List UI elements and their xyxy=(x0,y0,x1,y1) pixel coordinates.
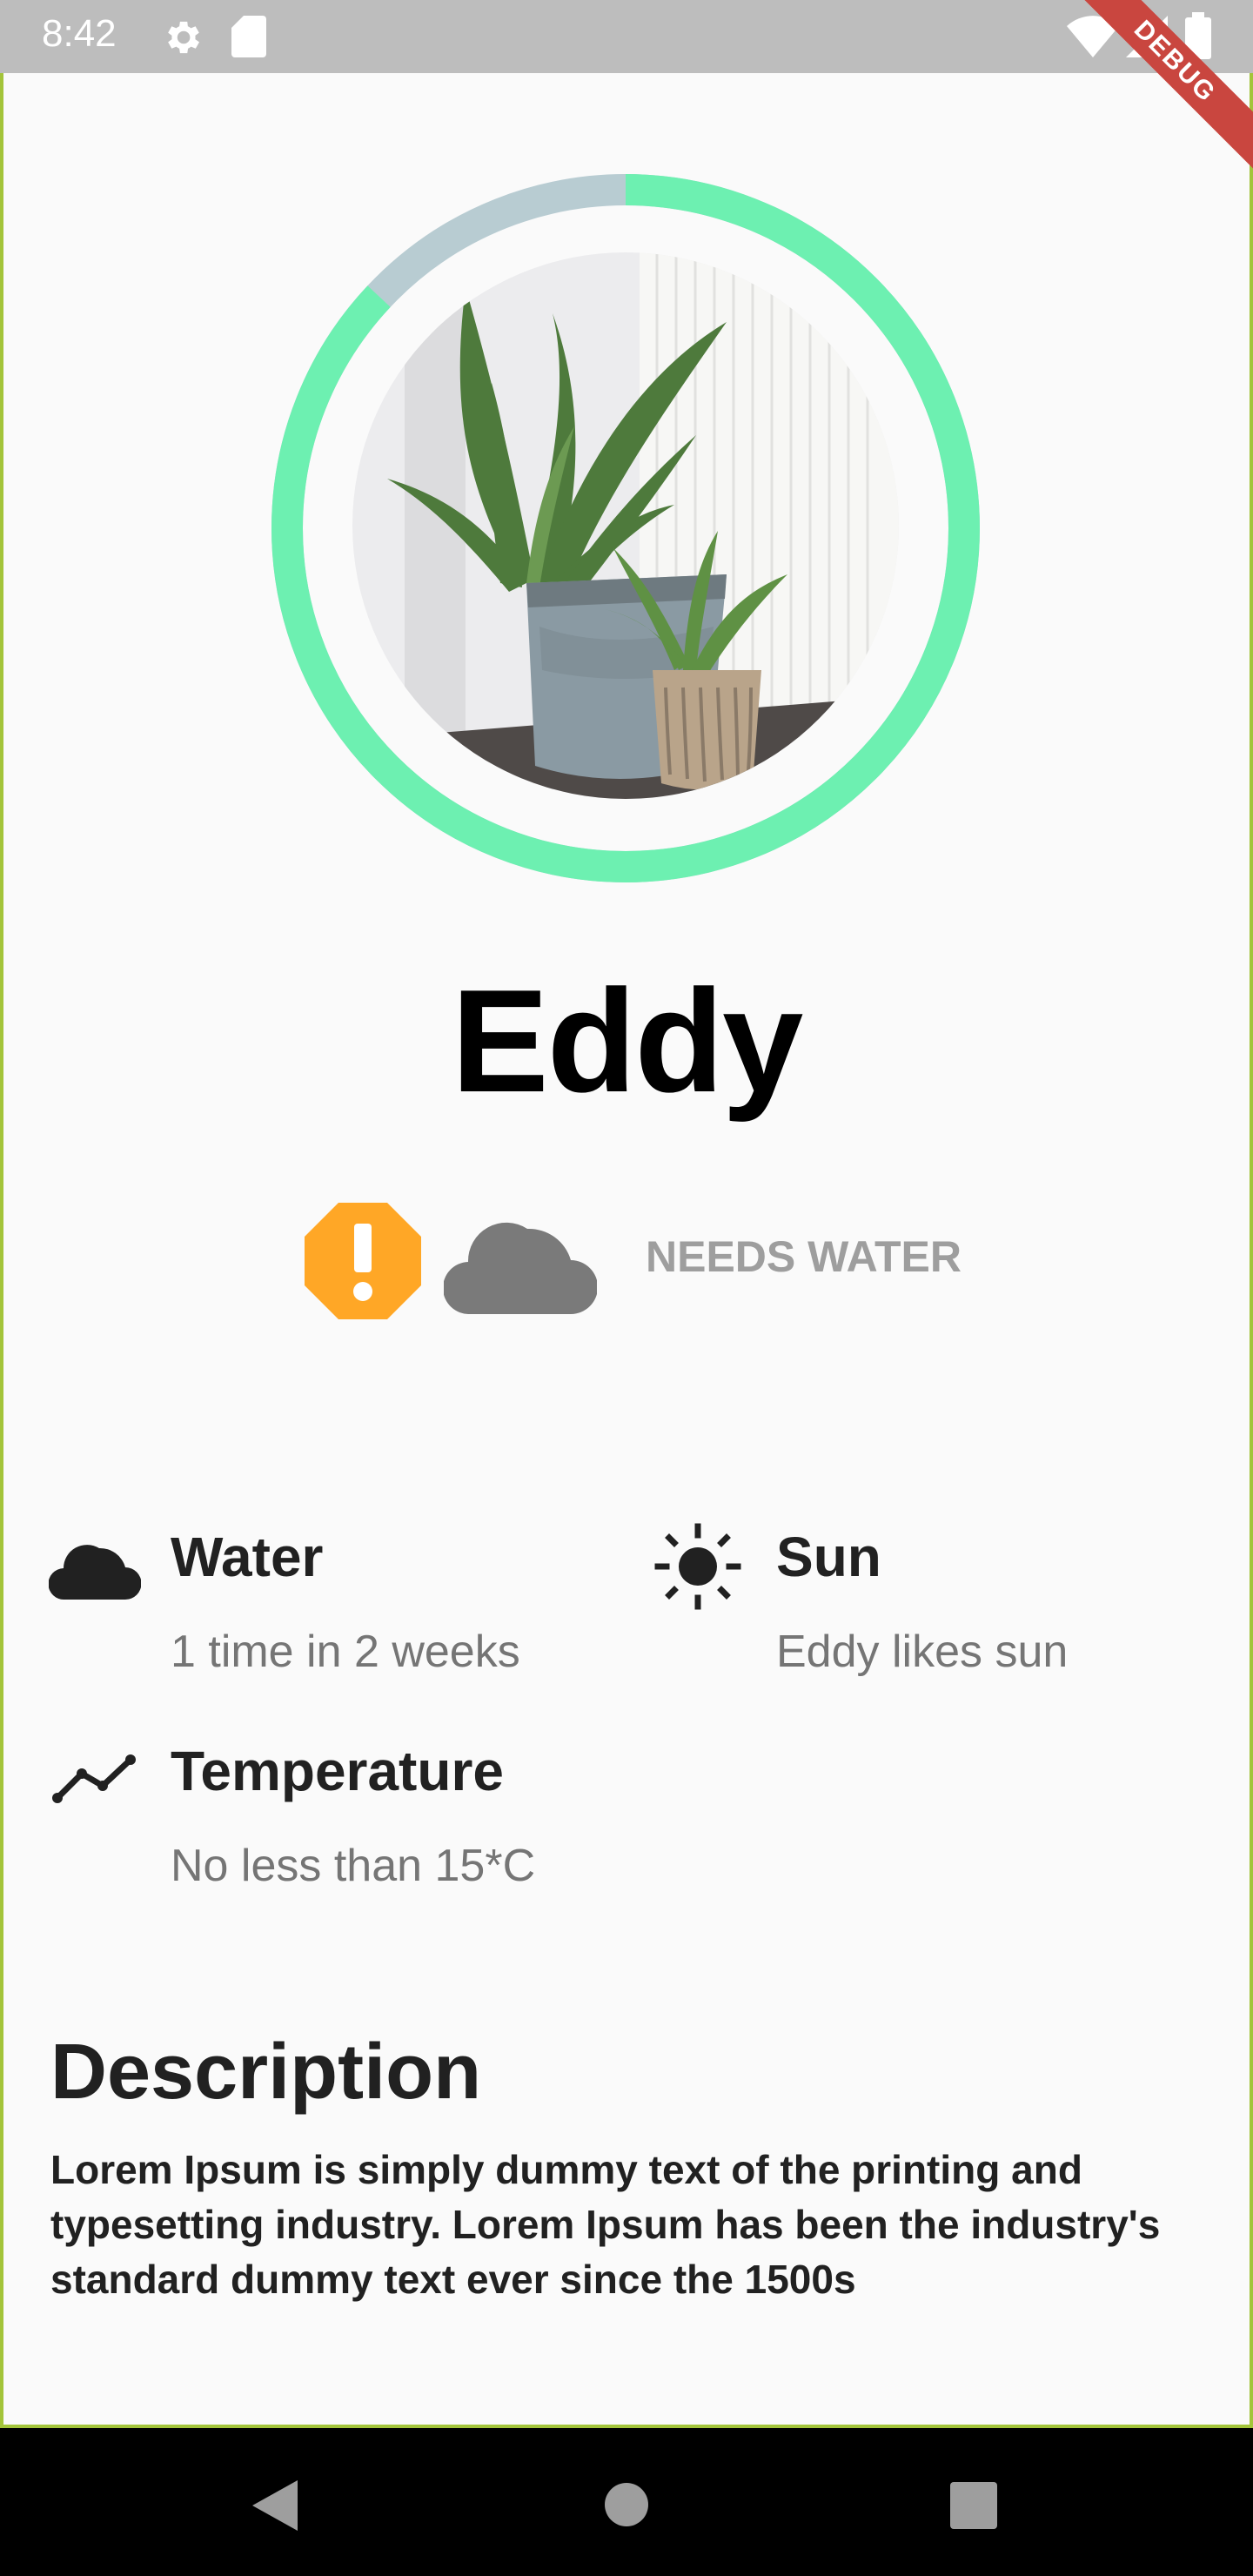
sun-icon xyxy=(654,1523,741,1610)
gear-icon xyxy=(168,21,199,54)
description-title: Description xyxy=(50,2029,482,2116)
needs-water-label: NEEDS WATER xyxy=(646,1232,962,1281)
warning-octagon-icon xyxy=(305,1203,421,1319)
status-time: 8:42 xyxy=(42,12,117,55)
plant-name: Eddy xyxy=(451,959,804,1123)
trend-line-icon xyxy=(52,1754,136,1803)
recents-icon[interactable] xyxy=(950,2482,997,2529)
temperature-title: Temperature xyxy=(171,1740,504,1802)
status-bar: 8:42 DEBUG xyxy=(0,0,1253,175)
description-body: Lorem Ipsum is simply dummy text of the … xyxy=(50,2147,1161,2302)
water-subtitle: 1 time in 2 weeks xyxy=(171,1627,520,1677)
cloud-icon xyxy=(49,1545,141,1600)
sun-title: Sun xyxy=(776,1526,881,1588)
back-icon[interactable] xyxy=(252,2480,298,2531)
plant-photo xyxy=(352,252,899,799)
water-title: Water xyxy=(171,1526,324,1588)
navigation-bar xyxy=(0,2428,1253,2576)
sd-card-icon xyxy=(231,16,266,57)
home-icon[interactable] xyxy=(604,2482,649,2527)
sun-subtitle: Eddy likes sun xyxy=(776,1627,1069,1677)
cloud-icon xyxy=(444,1222,597,1314)
temperature-subtitle: No less than 15*C xyxy=(171,1841,536,1891)
